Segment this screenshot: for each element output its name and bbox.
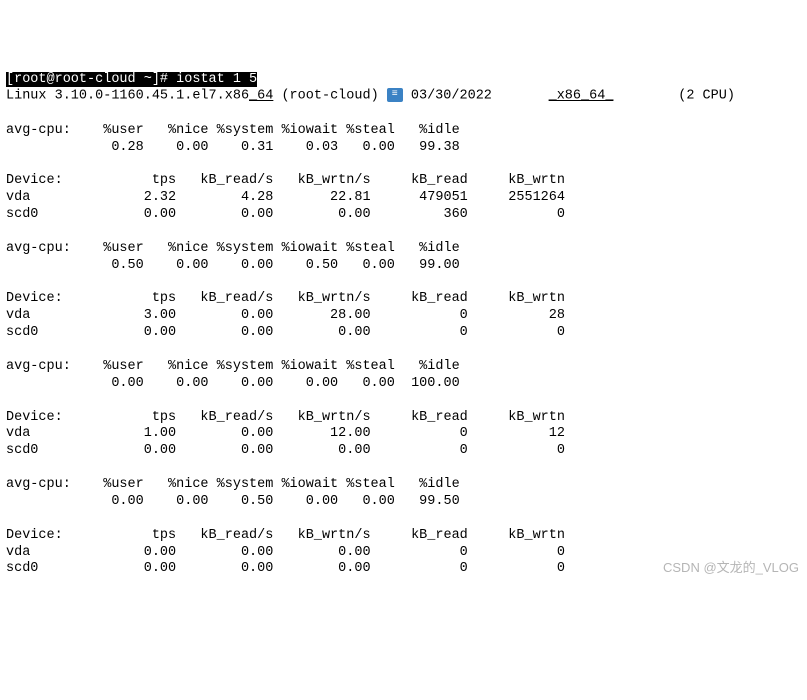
arch-link[interactable]: _x86_64_ bbox=[549, 89, 614, 104]
os-arch-link[interactable]: _64 bbox=[249, 89, 273, 104]
command-text: iostat 1 5 bbox=[176, 72, 257, 87]
watermark-text: CSDN @文龙的_VLOG bbox=[663, 560, 799, 576]
menu-icon[interactable]: ≡ bbox=[387, 88, 403, 102]
terminal-output: [root@root-cloud ~]# iostat 1 5 Linux 3.… bbox=[6, 72, 801, 596]
os-line: Linux 3.10.0-1160.45.1.el7.x86 bbox=[6, 89, 249, 104]
prompt-line: [root@root-cloud ~]# bbox=[6, 72, 176, 87]
